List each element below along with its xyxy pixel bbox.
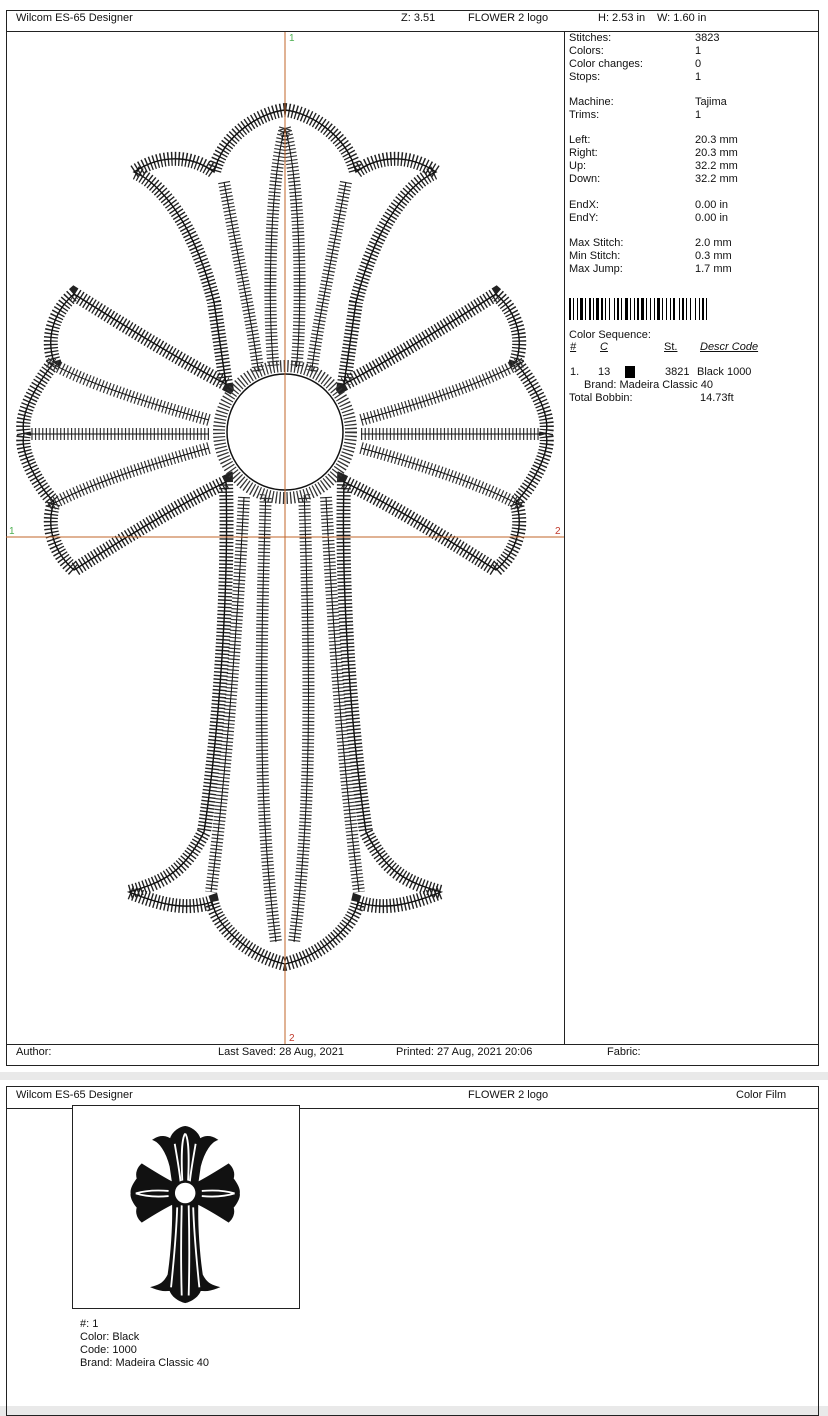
design-height: H: 2.53 in: [598, 12, 646, 24]
stat-label: Machine:: [569, 96, 614, 108]
stat-row: Stitches: 3823: [569, 32, 809, 45]
color-number: 13: [598, 366, 611, 378]
color-description: Black 1000: [697, 366, 752, 378]
color-film-number: #: 1: [80, 1318, 99, 1330]
view-name: Color Film: [736, 1089, 787, 1101]
zoom-level: Z: 3.51: [401, 12, 436, 24]
color-sequence-header-color: C: [600, 341, 608, 353]
design-name: FLOWER 2 logo: [468, 12, 549, 24]
stat-label: EndX:: [569, 199, 599, 211]
stat-row: Down: 32.2 mm: [569, 173, 809, 186]
color-sequence-header-stitches: St.: [664, 341, 678, 353]
stat-value: 32.2 mm: [695, 160, 738, 172]
color-sequence-header-descr-code: Descr Code: [700, 341, 759, 353]
footer-fabric: Fabric:: [607, 1046, 641, 1058]
print-page-2: Wilcom ES-65 Designer FLOWER 2 logo Colo…: [0, 1080, 828, 1416]
stat-value: 0.3 mm: [695, 250, 732, 262]
axis-label-left: 1: [9, 526, 15, 537]
stat-value: 0.00 in: [695, 212, 729, 224]
stat-row: EndX: 0.00 in: [569, 199, 809, 212]
stat-row: Stops: 1: [569, 71, 809, 84]
footer-divider: [6, 1044, 819, 1045]
stat-row: Colors: 1: [569, 45, 809, 58]
footer-printed: Printed: 27 Aug, 2021 20:06: [396, 1046, 533, 1058]
app-title: Wilcom ES-65 Designer: [16, 1089, 133, 1101]
stats-panel: Stitches: 3823 Colors: 1 Color changes: 0 S…: [569, 32, 814, 292]
app-title: Wilcom ES-65 Designer: [16, 12, 133, 24]
stat-value: Tajima: [695, 96, 727, 108]
stat-label: Left:: [569, 134, 591, 146]
stat-value: 20.3 mm: [695, 147, 738, 159]
stat-value: 1: [695, 109, 702, 121]
color-film-brand: Brand: Madeira Classic 40: [80, 1357, 210, 1369]
footer-last-saved: Last Saved: 28 Aug, 2021: [218, 1046, 344, 1058]
stat-value: 0.00 in: [695, 199, 729, 211]
axis-label-top: 1: [289, 33, 295, 44]
stat-row: Right: 20.3 mm: [569, 147, 809, 160]
color-swatch: [625, 366, 635, 378]
stat-label: Right:: [569, 147, 598, 159]
design-width: W: 1.60 in: [657, 12, 707, 24]
stat-label: EndY:: [569, 212, 599, 224]
barcode: [569, 298, 707, 320]
stat-row: Max Stitch: 2.0 mm: [569, 237, 809, 250]
axis-label-right: 2: [555, 526, 561, 537]
color-film-color: Color: Black: [80, 1331, 140, 1343]
stat-value: 3823: [695, 32, 720, 44]
stat-value: 2.0 mm: [695, 237, 732, 249]
stat-label: Trims:: [569, 109, 600, 121]
color-brand: Brand: Madeira Classic 40: [584, 379, 714, 391]
stat-value: 32.2 mm: [695, 173, 738, 185]
stat-label: Stops:: [569, 71, 601, 83]
stat-label: Down:: [569, 173, 601, 185]
footer-author: Author:: [16, 1046, 52, 1058]
color-index: 1.: [570, 366, 580, 378]
color-film-thumbnail: [72, 1105, 300, 1309]
stat-value: 1: [695, 71, 702, 83]
stat-value: 1.7 mm: [695, 263, 732, 275]
print-page-1: Wilcom ES-65 Designer Z: 3.51 FLOWER 2 l…: [0, 0, 828, 1072]
color-sequence-header-num: #: [570, 341, 577, 353]
stat-label: Up:: [569, 160, 587, 172]
stat-row: EndY: 0.00 in: [569, 212, 809, 225]
cross-thumbnail-image: [130, 1125, 240, 1304]
stat-label: Max Stitch:: [569, 237, 624, 249]
stat-label: Max Jump:: [569, 263, 623, 275]
stat-row: Trims: 1: [569, 109, 809, 122]
stat-value: 0: [695, 58, 702, 70]
stat-label: Stitches:: [569, 32, 612, 44]
stat-value: 1: [695, 45, 702, 57]
stitch-design-canvas: [6, 32, 564, 1044]
stat-row: Up: 32.2 mm: [569, 160, 809, 173]
stat-value: 20.3 mm: [695, 134, 738, 146]
stat-label: Color changes:: [569, 58, 643, 70]
stat-row: Max Jump: 1.7 mm: [569, 263, 809, 276]
stat-row: Min Stitch: 0.3 mm: [569, 250, 809, 263]
stat-row: Machine: Tajima: [569, 96, 809, 109]
color-sequence-title: Color Sequence:: [569, 329, 651, 341]
color-sequence-row: 1. 13 3821 Black 1000 Brand: Madeira Cla…: [569, 366, 814, 394]
stat-row: Color changes: 0: [569, 58, 809, 71]
axis-label-bottom: 2: [289, 1033, 295, 1044]
stat-row: Left: 20.3 mm: [569, 134, 809, 147]
stat-label: Min Stitch:: [569, 250, 621, 262]
color-stitches: 3821: [665, 366, 690, 378]
color-film-code: Code: 1000: [80, 1344, 137, 1356]
total-bobbin-label: Total Bobbin:: [569, 392, 633, 404]
design-name: FLOWER 2 logo: [468, 1089, 549, 1101]
design-area-divider: [564, 31, 565, 1044]
stat-label: Colors:: [569, 45, 604, 57]
total-bobbin-value: 14.73ft: [700, 392, 734, 404]
